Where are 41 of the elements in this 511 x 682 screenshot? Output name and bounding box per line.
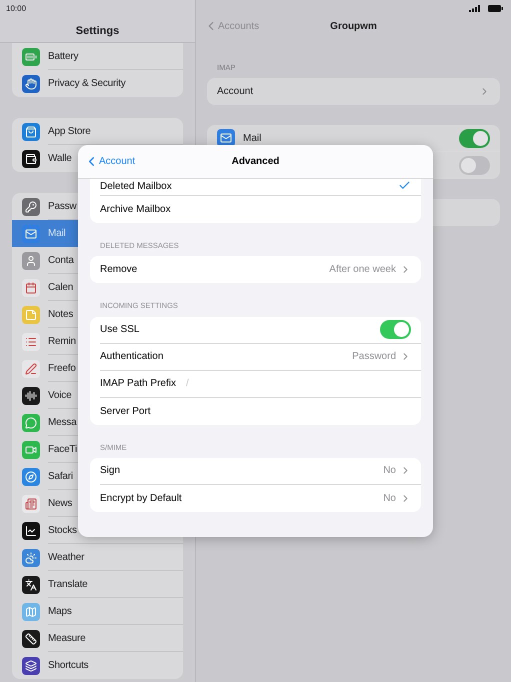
- row-label: Sign: [100, 464, 120, 478]
- row-label: Authentication: [100, 350, 164, 364]
- item-label: Voice: [48, 388, 72, 402]
- item-label: News: [48, 496, 72, 510]
- row-label: Mail: [243, 132, 262, 146]
- row-value: After one week: [329, 263, 396, 278]
- item-label: Conta: [48, 254, 74, 268]
- item-label: Freefo: [48, 362, 76, 376]
- item-label: Mail: [48, 227, 66, 241]
- item-label: Privacy & Security: [48, 77, 126, 91]
- row-label: Archive Mailbox: [100, 203, 171, 217]
- row-value: No: [383, 492, 396, 506]
- item-label: Messa: [48, 416, 76, 430]
- dialog-title: Advanced: [232, 155, 280, 169]
- row-label: Use SSL: [100, 323, 140, 337]
- item-label: Maps: [48, 604, 72, 618]
- page-title: Groupwm: [330, 20, 377, 34]
- row-label: Account: [217, 85, 254, 100]
- item-label: Stocks: [48, 524, 77, 538]
- status-time: 10:00: [6, 3, 28, 15]
- item-label: Passw: [48, 200, 76, 214]
- item-label: Battery: [48, 50, 78, 64]
- item-label: App Store: [48, 124, 91, 138]
- row-value: Password: [352, 350, 396, 364]
- row-label: Encrypt by Default: [100, 492, 182, 506]
- item-label: Remin: [48, 334, 76, 348]
- sidebar-title: Settings: [76, 24, 120, 39]
- item-label: Calen: [48, 280, 74, 294]
- row-value: No: [383, 464, 396, 478]
- row-label: Remove: [100, 263, 138, 278]
- item-label: Translate: [48, 578, 88, 592]
- item-label: FaceTi: [48, 442, 77, 456]
- item-label: Safari: [48, 470, 73, 484]
- item-label: Notes: [48, 308, 74, 322]
- row-label: Deleted Mailbox: [100, 180, 172, 194]
- item-label: Measure: [48, 632, 86, 646]
- item-label: Shortcuts: [48, 659, 88, 673]
- row-label: IMAP Path Prefix: [100, 377, 176, 391]
- row-label: Server Port: [100, 404, 151, 418]
- item-label: Weather: [48, 550, 84, 564]
- item-label: Walle: [48, 152, 72, 166]
